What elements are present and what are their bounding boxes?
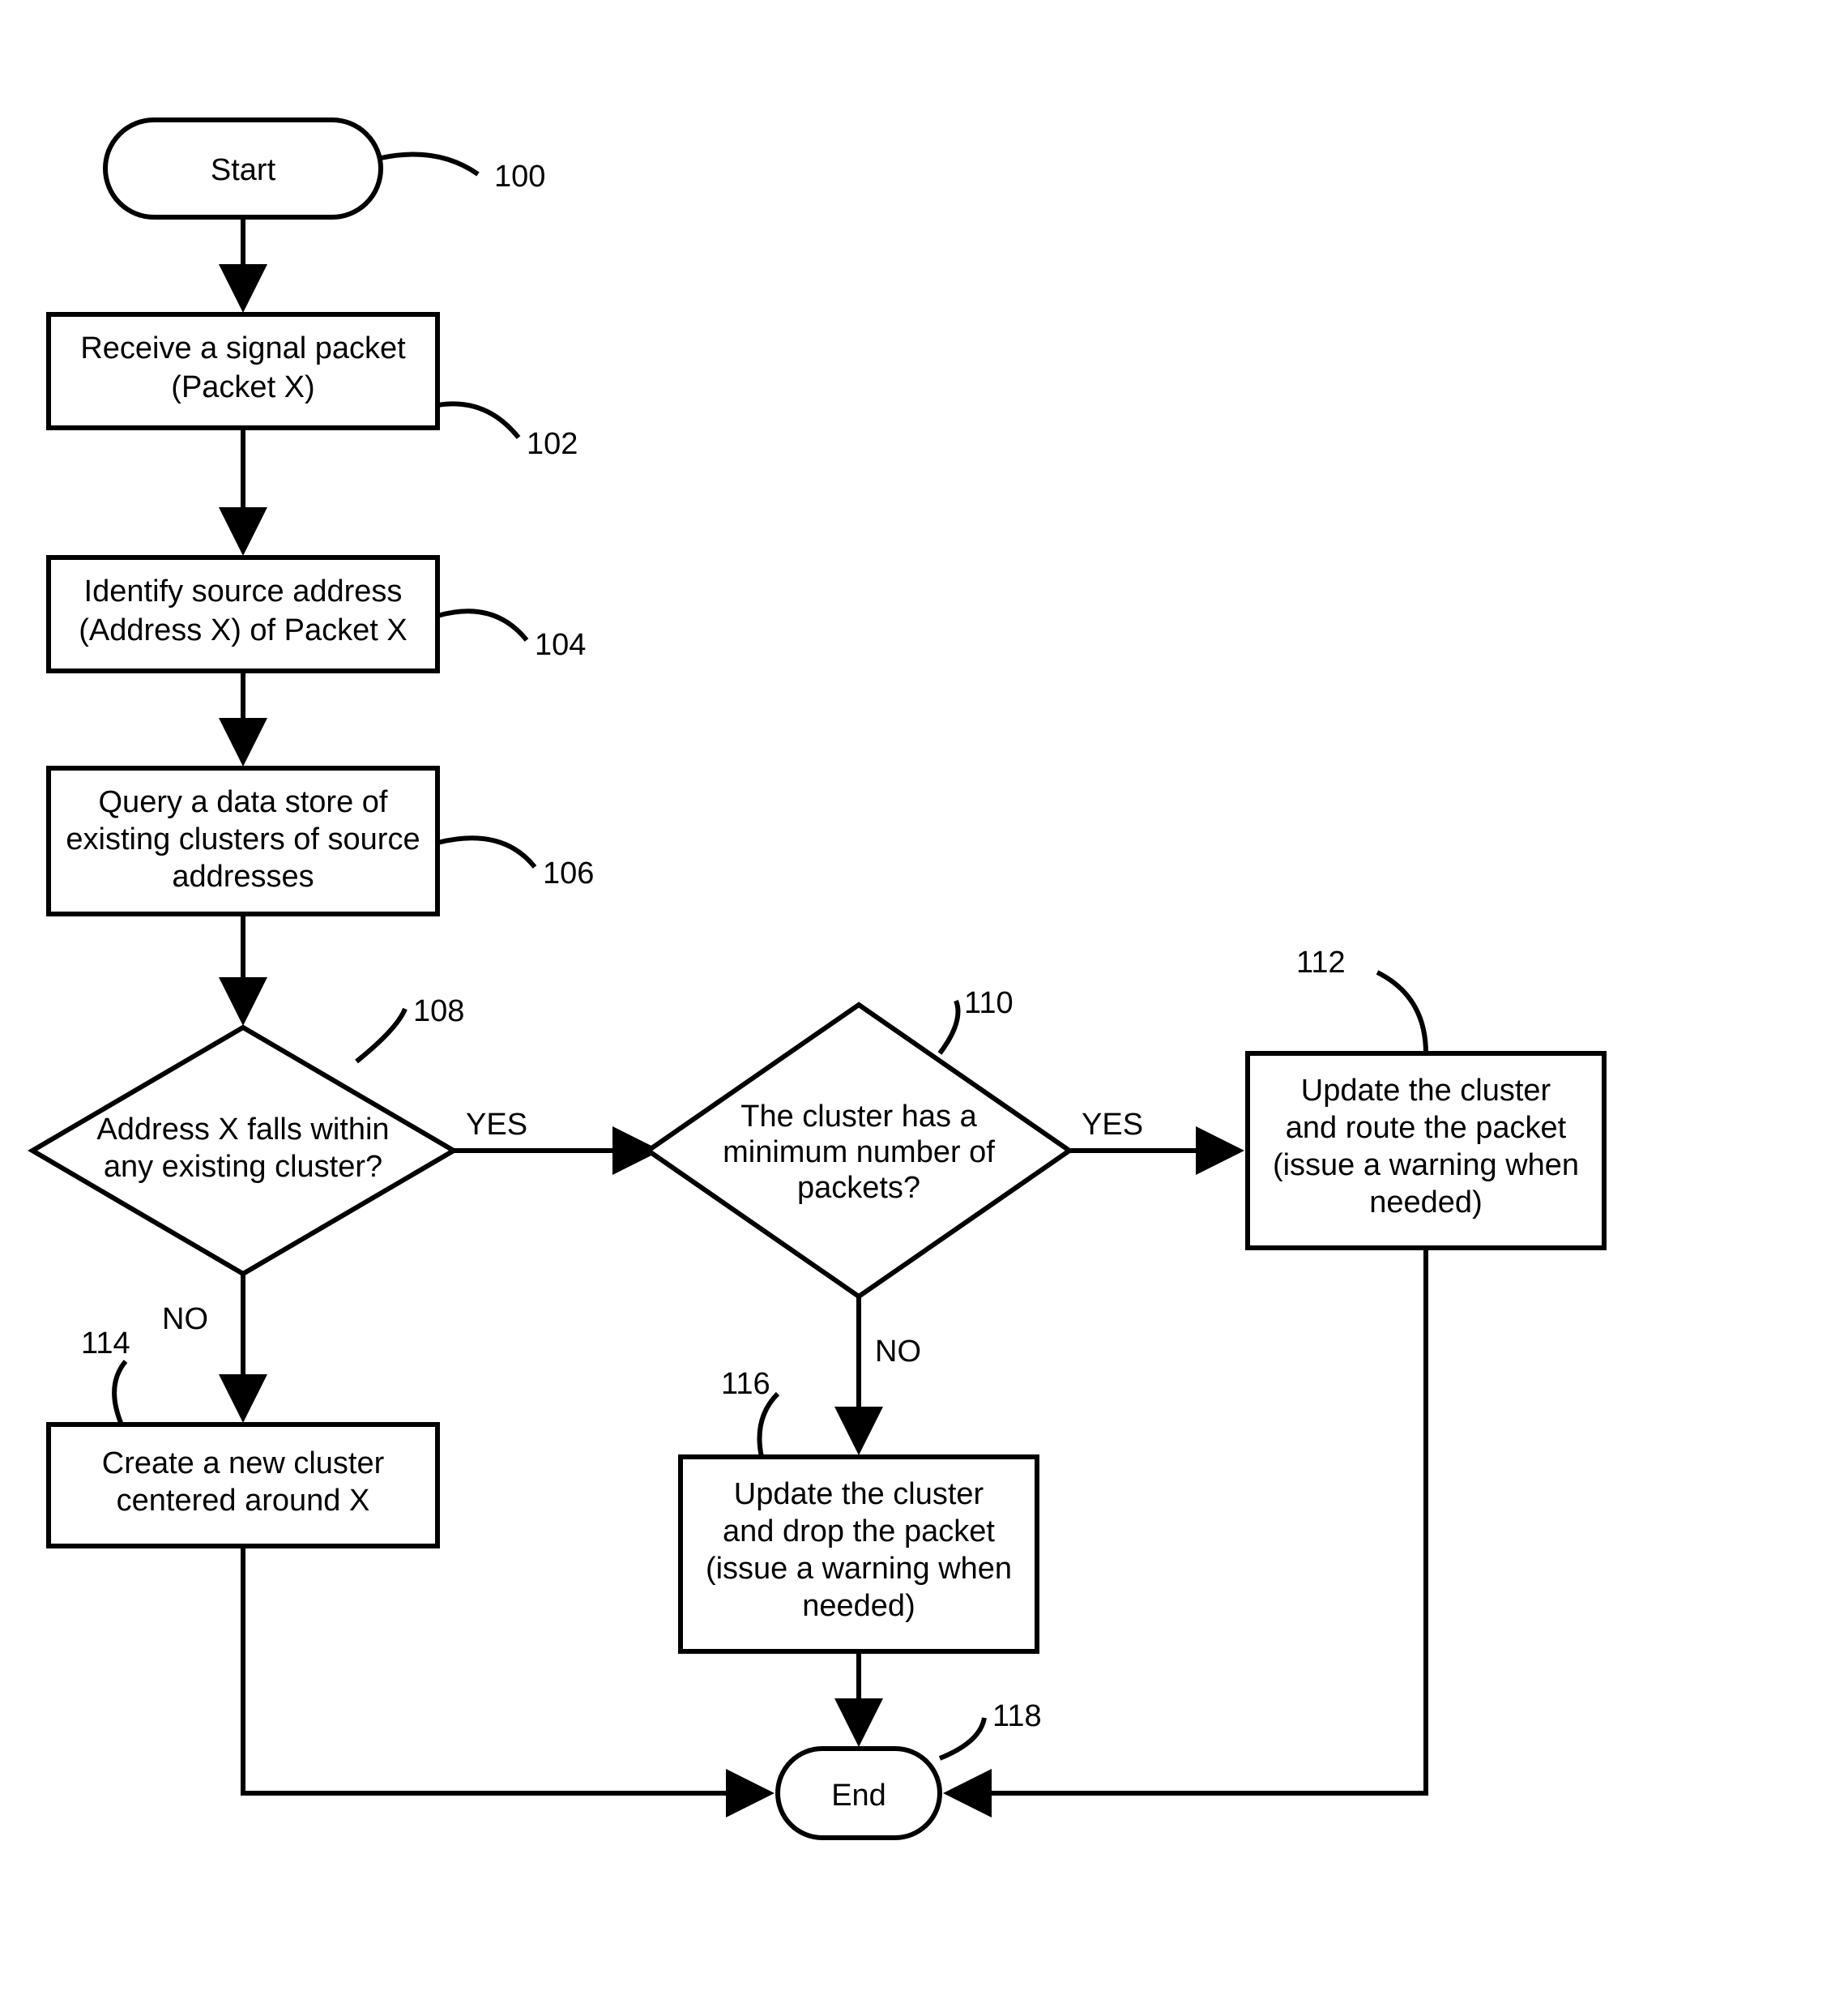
update-route-node: Update the cluster and route the packet … — [1248, 1053, 1604, 1248]
receive-line2: (Packet X) — [171, 370, 314, 404]
start-ref: 100 — [494, 160, 545, 194]
identify-node: Identify source address (Address X) of P… — [49, 557, 437, 671]
query-line2: existing clusters of source — [66, 822, 420, 856]
query-node: Query a data store of existing clusters … — [49, 768, 437, 914]
upddrop-line1: Update the cluster — [734, 1477, 984, 1511]
end-node: End — [778, 1749, 940, 1838]
receive-ref: 102 — [527, 427, 578, 461]
dec1-ref: 108 — [413, 994, 464, 1028]
updroute-line1: Update the cluster — [1301, 1074, 1551, 1108]
flowchart-diagram: Start 100 Receive a signal packet (Packe… — [0, 0, 1835, 2016]
updroute-line3: (issue a warning when — [1273, 1148, 1579, 1182]
dec2-line2: minimum number of — [723, 1135, 995, 1169]
dec1-line1: Address X falls within — [96, 1113, 389, 1147]
update-drop-node: Update the cluster and drop the packet (… — [681, 1457, 1037, 1651]
create-ref: 114 — [81, 1326, 130, 1360]
upddrop-line3: (issue a warning when — [706, 1552, 1012, 1586]
dec2-line1: The cluster has a — [740, 1100, 977, 1134]
query-ref: 106 — [543, 856, 594, 891]
end-ref: 118 — [992, 1699, 1042, 1733]
receive-line1: Receive a signal packet — [80, 331, 406, 365]
dec1-no: NO — [162, 1302, 208, 1336]
upddrop-line4: needed) — [802, 1589, 915, 1623]
dec1-line2: any existing cluster? — [104, 1150, 382, 1184]
dec2-no: NO — [875, 1335, 921, 1369]
decision2-node: The cluster has a minimum number of pack… — [648, 1005, 1069, 1296]
identify-line2: (Address X) of Packet X — [79, 613, 408, 647]
decision1-node: Address X falls within any existing clus… — [32, 1027, 454, 1274]
create-line1: Create a new cluster — [102, 1446, 385, 1480]
start-label: Start — [211, 153, 276, 187]
query-line3: addresses — [172, 860, 314, 894]
end-label: End — [831, 1779, 886, 1813]
updroute-ref: 112 — [1296, 946, 1346, 980]
upddrop-ref: 116 — [721, 1367, 770, 1401]
upddrop-line2: and drop the packet — [723, 1514, 995, 1548]
dec2-yes: YES — [1082, 1108, 1143, 1142]
updroute-line4: needed) — [1369, 1185, 1482, 1219]
create-new-node: Create a new cluster centered around X — [49, 1424, 437, 1546]
dec1-yes: YES — [466, 1108, 527, 1142]
identify-line1: Identify source address — [84, 574, 403, 609]
create-line2: centered around X — [117, 1484, 370, 1518]
updroute-line2: and route the packet — [1286, 1111, 1567, 1145]
dec2-ref: 110 — [964, 986, 1014, 1020]
start-node: Start — [105, 120, 381, 217]
identify-ref: 104 — [535, 628, 586, 662]
receive-node: Receive a signal packet (Packet X) — [49, 314, 437, 428]
query-line1: Query a data store of — [99, 785, 388, 819]
dec2-line3: packets? — [797, 1171, 920, 1205]
